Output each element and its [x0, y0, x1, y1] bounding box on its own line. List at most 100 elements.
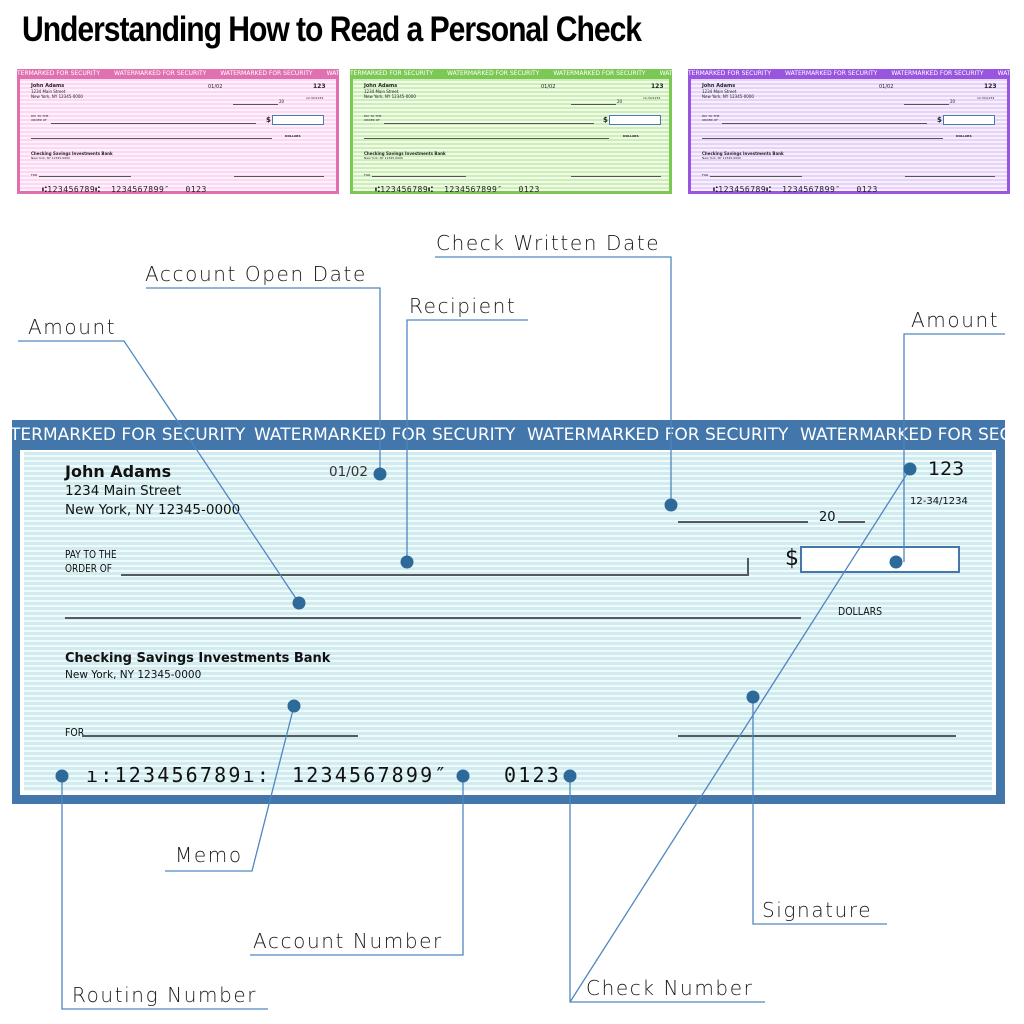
watermark-text: TERMARKED FOR SECURITY	[688, 70, 772, 77]
year-prefix: 20	[617, 99, 623, 104]
owner-city: New York, NY 12345-0000	[702, 94, 754, 99]
label-signature: Signature	[762, 898, 873, 922]
dollar-sign: $	[603, 116, 608, 124]
bank-city: New York, NY 12345-0000	[65, 669, 202, 681]
account-open-date: 01/02	[541, 84, 556, 90]
check-number: 123	[984, 83, 997, 90]
payee-line	[121, 574, 749, 576]
payee-line-end	[747, 558, 749, 576]
amount-words-line	[65, 617, 801, 619]
fraction-code: 12-34/1234	[643, 96, 661, 100]
watermark-text: WATERMARKED FOR SECURITY	[114, 70, 207, 77]
memo-label: FOR	[364, 173, 371, 177]
watermark-text: TERMARKED FOR SECURITY	[12, 425, 246, 445]
label-routing-number: Routing Number	[72, 983, 258, 1007]
pay-to-label: PAY TO THE ORDER OF	[65, 548, 117, 576]
watermark-text: WATERMARKED FOR SECURITY	[659, 70, 672, 77]
watermark-text: WATERMARKED FOR SECURITY	[800, 425, 1005, 445]
owner-name: John Adams	[65, 462, 172, 481]
bank-city: New York, NY 12345-0000	[364, 156, 403, 160]
watermark-band: TERMARKED FOR SECURITY WATERMARKED FOR SE…	[17, 69, 339, 79]
pay-to-label: PAY TO THE ORDER OF	[364, 114, 382, 122]
micr-routing-number: ı:123456789ı:	[86, 763, 272, 787]
check-body: John Adams 1234 Main Street New York, NY…	[20, 450, 996, 795]
label-memo: Memo	[175, 843, 243, 867]
label-recipient: Recipient	[409, 294, 517, 318]
watermark-text: TERMARKED FOR SECURITY	[17, 70, 101, 77]
watermark-text: WATERMARKED FOR SECURITY	[997, 70, 1010, 77]
mini-check-pink: TERMARKED FOR SECURITY WATERMARKED FOR SE…	[17, 69, 339, 194]
watermark-text: WATERMARKED FOR SECURITY	[785, 70, 878, 77]
amount-box	[943, 115, 995, 125]
micr-check-number: 0123	[504, 763, 561, 787]
watermark-text: WATERMARKED FOR SECURITY	[220, 70, 313, 77]
dollars-word: DOLLARS	[838, 605, 883, 618]
label-check-written-date: Check Written Date	[436, 231, 661, 255]
main-check: TERMARKED FOR SECURITY WATERMARKED FOR S…	[12, 420, 1005, 804]
account-open-date: 01/02	[879, 84, 894, 90]
watermark-band: TERMARKED FOR SECURITY WATERMARKED FOR SE…	[350, 69, 672, 79]
fraction-code: 12-34/1234	[306, 96, 324, 100]
pay-to-label: PAY TO THE ORDER OF	[31, 114, 49, 122]
date-line	[678, 521, 808, 523]
owner-city: New York, NY 12345-0000	[31, 94, 83, 99]
amount-box	[609, 115, 661, 125]
owner-city: New York, NY 12345-0000	[65, 502, 241, 518]
year-prefix: 20	[279, 99, 285, 104]
year-prefix: 20	[819, 510, 836, 525]
account-open-date: 01/02	[329, 464, 368, 480]
amount-box	[272, 115, 324, 125]
year-line	[838, 521, 865, 523]
page-title: Understanding How to Read a Personal Che…	[22, 10, 642, 49]
label-account-open-date: Account Open Date	[145, 262, 367, 286]
bank-city: New York, NY 12345-0000	[31, 156, 70, 160]
memo-label: FOR	[31, 173, 38, 177]
pay-to-line1: PAY TO THE	[65, 549, 117, 561]
dollar-sign: $	[266, 116, 271, 124]
mini-check-purple: TERMARKED FOR SECURITY WATERMARKED FOR SE…	[688, 69, 1010, 194]
watermark-text: WATERMARKED FOR SECURITY	[254, 425, 516, 445]
dollars-word: DOLLARS	[956, 134, 972, 138]
leader-routing-number	[61, 776, 268, 1010]
bank-city: New York, NY 12345-0000	[702, 156, 741, 160]
account-open-date: 01/02	[208, 84, 223, 90]
check-number: 123	[928, 458, 965, 480]
watermark-text: WATERMARKED FOR SECURITY	[447, 70, 540, 77]
dollar-sign: $	[785, 546, 799, 571]
watermark-band: TERMARKED FOR SECURITY WATERMARKED FOR S…	[12, 420, 1005, 450]
memo-line	[82, 735, 358, 737]
label-amount-words: Amount	[28, 315, 117, 339]
pay-to-line2: ORDER OF	[65, 563, 112, 575]
check-number: 123	[313, 83, 326, 90]
micr-account-number: 1234567899″	[292, 763, 449, 787]
watermark-text: WATERMARKED FOR SECURITY	[527, 425, 789, 445]
check-number: 123	[651, 83, 664, 90]
fraction-code: 12-34/1234	[910, 496, 968, 507]
label-check-number: Check Number	[586, 976, 754, 1000]
dollar-sign: $	[937, 116, 942, 124]
watermark-text: WATERMARKED FOR SECURITY	[326, 70, 339, 77]
label-account-number: Account Number	[253, 929, 443, 953]
dollars-word: DOLLARS	[623, 134, 639, 138]
watermark-text: WATERMARKED FOR SECURITY	[891, 70, 984, 77]
mini-check-green: TERMARKED FOR SECURITY WATERMARKED FOR SE…	[350, 69, 672, 194]
micr-line: ⑆123456789⑆ 1234567899″ 0123	[713, 185, 878, 194]
label-amount-numeric: Amount	[911, 308, 1000, 332]
fraction-code: 12-34/1234	[977, 96, 995, 100]
pay-to-label: PAY TO THE ORDER OF	[702, 114, 720, 122]
micr-line: ⑆123456789⑆ 1234567899″ 0123	[375, 185, 540, 194]
dollars-word: DOLLARS	[285, 134, 301, 138]
micr-line: ⑆123456789⑆ 1234567899″ 0123	[42, 185, 207, 194]
memo-label: FOR	[65, 726, 85, 739]
amount-box[interactable]	[800, 546, 960, 573]
bank-name: Checking Savings Investments Bank	[65, 651, 331, 666]
owner-city: New York, NY 12345-0000	[364, 94, 416, 99]
watermark-text: TERMARKED FOR SECURITY	[350, 70, 434, 77]
watermark-text: WATERMARKED FOR SECURITY	[553, 70, 646, 77]
owner-street: 1234 Main Street	[65, 483, 182, 499]
signature-line	[678, 735, 956, 737]
watermark-band: TERMARKED FOR SECURITY WATERMARKED FOR SE…	[688, 69, 1010, 79]
year-prefix: 20	[950, 99, 956, 104]
leader-check-number-a	[569, 776, 765, 1003]
memo-label: FOR	[702, 173, 709, 177]
